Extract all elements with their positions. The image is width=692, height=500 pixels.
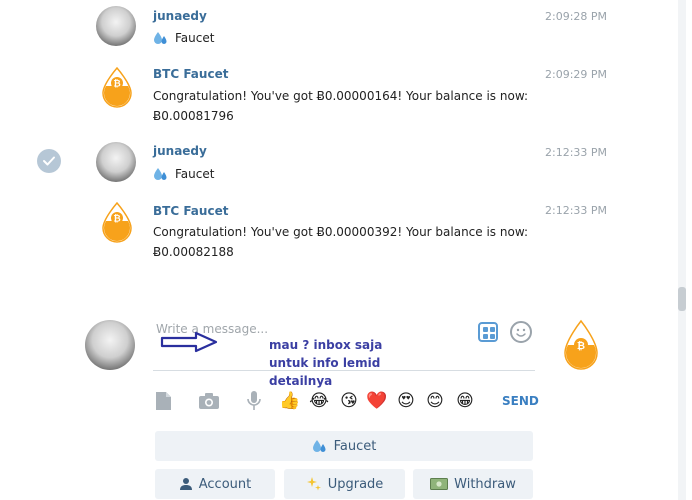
sender-name[interactable]: BTC Faucet [153, 204, 228, 218]
avatar[interactable]: ₿ [98, 66, 136, 108]
sender-name[interactable]: junaedy [153, 9, 207, 23]
sparkles-icon [306, 477, 321, 491]
emoji-heart-eyes[interactable]: 😍 [395, 390, 417, 412]
bitcoin-drop-icon: ₿ [102, 66, 132, 108]
camera-icon[interactable] [197, 390, 221, 412]
message-line: Ƀ0.00082188 [153, 244, 234, 259]
keyboard-button-withdraw[interactable]: Withdraw [413, 469, 533, 499]
scrollbar-thumb[interactable] [678, 287, 686, 311]
droplets-icon [154, 32, 167, 44]
keyboard-button-upgrade[interactable]: Upgrade [284, 469, 405, 499]
arrow-right-annotation [160, 331, 218, 353]
message-text: Congratulation! You've got Ƀ0.00000392! … [153, 223, 533, 262]
compose-toolbar: 👍 😂 😘 ❤️ 😍 😊 😁 [150, 390, 540, 412]
bot-keyboard-icon[interactable] [478, 322, 498, 342]
faucet-label: Faucet [175, 167, 215, 181]
message-item: junaedy 2:12:33 PM Faucet [0, 140, 692, 210]
avatar[interactable] [96, 142, 136, 182]
avatar[interactable]: ₿ [98, 201, 136, 243]
emoji-smile-icon[interactable] [510, 321, 532, 343]
droplets-icon [312, 440, 326, 452]
emoji-thumbs-up[interactable]: 👍 [279, 390, 301, 412]
emoji-grin[interactable]: 😁 [454, 390, 476, 412]
annotation-line: untuk info lemid [269, 356, 381, 370]
bitcoin-drop-icon: ₿ [102, 201, 132, 243]
message-item: ₿ BTC Faucet 2:12:33 PM Congratulation! … [0, 201, 692, 271]
annotation-line: mau ? inbox saja [269, 338, 383, 352]
emoji-kiss[interactable]: 😘 [338, 390, 360, 412]
document-icon[interactable] [152, 390, 174, 412]
keyboard-button-label: Faucet [333, 438, 377, 454]
sender-name[interactable]: junaedy [153, 144, 207, 158]
message-text: Congratulation! You've got Ƀ0.00000164! … [153, 87, 533, 126]
avatar[interactable] [96, 6, 136, 46]
microphone-icon[interactable] [243, 390, 265, 412]
svg-text:₿: ₿ [577, 340, 585, 352]
svg-text:₿: ₿ [113, 79, 120, 90]
bitcoin-drop-icon: ₿ [564, 319, 598, 370]
faucet-command: Faucet [153, 166, 214, 182]
emoji-joy[interactable]: 😂 [308, 390, 330, 412]
keyboard-button-label: Account [198, 476, 252, 492]
faucet-command: Faucet [153, 30, 214, 46]
keyboard-button-faucet[interactable]: Faucet [155, 431, 533, 461]
faucet-label: Faucet [175, 31, 215, 45]
user-icon [179, 478, 192, 490]
timestamp: 2:12:33 PM [545, 204, 608, 217]
emoji-heart[interactable]: ❤️ [366, 390, 388, 412]
message-item: ₿ BTC Faucet 2:09:29 PM Congratulation! … [0, 64, 692, 134]
money-icon [430, 478, 449, 490]
message-line: Ƀ0.00081796 [153, 108, 234, 123]
timestamp: 2:09:28 PM [545, 10, 608, 23]
send-button[interactable]: SEND [502, 394, 539, 408]
message-line: Congratulation! You've got Ƀ0.00000392! … [153, 225, 529, 239]
sender-name[interactable]: BTC Faucet [153, 67, 228, 81]
check-circle-icon[interactable] [37, 149, 61, 173]
emoji-blush[interactable]: 😊 [424, 390, 446, 412]
annotation-text: mau ? inbox saja untuk info lemid detail… [269, 336, 382, 390]
keyboard-button-account[interactable]: Account [155, 469, 275, 499]
droplets-icon [154, 168, 167, 180]
annotation-line: detailnya [269, 374, 333, 388]
keyboard-button-label: Upgrade [327, 476, 384, 492]
user-avatar[interactable] [85, 320, 135, 370]
message-line: Congratulation! You've got Ƀ0.00000164! … [153, 89, 529, 103]
svg-text:₿: ₿ [113, 214, 120, 225]
message-item: junaedy 2:09:28 PM Faucet [0, 2, 692, 72]
keyboard-button-label: Withdraw [454, 476, 516, 492]
timestamp: 2:12:33 PM [545, 146, 608, 159]
timestamp: 2:09:29 PM [545, 68, 608, 81]
